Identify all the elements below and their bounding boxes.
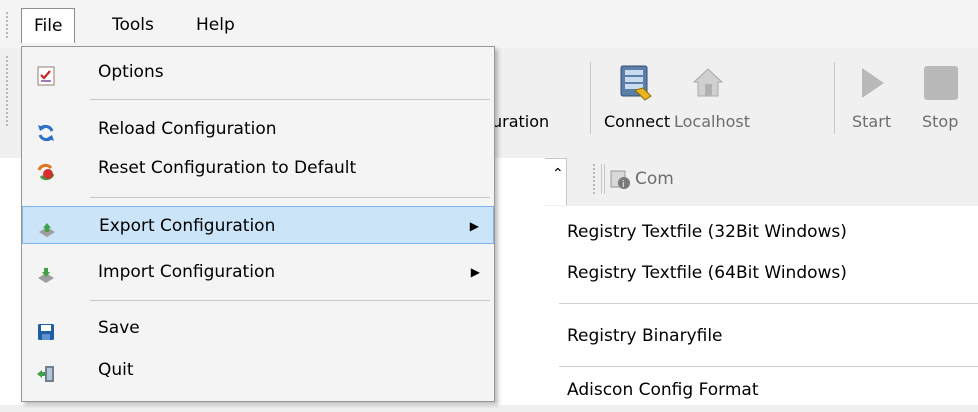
menu-item-options[interactable]: Options [22,53,494,91]
menu-file-label: File [34,16,63,36]
file-menu: Options Reload Configuration Reset Confi… [21,46,495,402]
start-label[interactable]: Start [852,112,891,131]
menu-item-reset-configuration[interactable]: Reset Configuration to Default [22,149,494,187]
submenu-item-registry-binary[interactable]: Registry Binaryfile [567,314,723,358]
menu-item-import-configuration[interactable]: Import Configuration ▶ [22,253,494,291]
svg-text:i: i [622,180,625,190]
submenu-arrow-icon: ▶ [469,219,479,233]
submenu-item-registry-64bit-label: Registry Textfile (64Bit Windows) [567,263,847,283]
menu-item-quit[interactable]: Quit [22,351,494,389]
home-icon[interactable] [690,64,726,102]
exit-door-icon [36,360,56,382]
menu-bar: File Tools Help [0,0,978,48]
stop-label[interactable]: Stop [922,112,958,131]
refresh-icon [36,119,56,142]
start-icon[interactable] [858,66,888,100]
menu-tools[interactable]: Tools [100,8,166,42]
submenu-item-registry-binary-label: Registry Binaryfile [567,326,723,346]
menu-item-save-label: Save [98,318,140,338]
toolbar-grip[interactable] [6,56,11,126]
toolbar-separator [834,62,835,134]
menu-item-export-configuration[interactable]: Export Configuration ▶ [22,206,494,244]
submenu-item-adiscon-config[interactable]: Adiscon Config Format [567,368,758,412]
menu-item-export-label: Export Configuration [99,216,276,236]
menu-item-reload-label: Reload Configuration [98,119,277,139]
menu-item-options-label: Options [98,62,164,82]
configuration-button-label[interactable]: uration [492,112,549,131]
checklist-icon [36,62,56,86]
menu-item-save[interactable]: Save [22,309,494,347]
commands-label[interactable]: Com [635,164,674,194]
export-icon [37,216,57,237]
menu-separator [90,99,490,100]
export-submenu: Registry Textfile (32Bit Windows) Regist… [545,206,978,405]
submenu-arrow-icon: ▶ [470,265,480,279]
collapse-arrow-icon[interactable]: ⌃ [552,166,564,182]
toolbar-separator [590,62,591,134]
menu-separator [90,197,490,198]
connect-icon[interactable] [617,64,653,102]
submenu-item-registry-64bit[interactable]: Registry Textfile (64Bit Windows) [567,251,847,295]
menu-file[interactable]: File [21,8,76,43]
menubar-grip[interactable] [6,12,11,38]
connect-label[interactable]: Connect [604,112,670,131]
menu-item-import-label: Import Configuration [98,262,276,282]
reset-icon [36,158,56,181]
toolbar2-grip[interactable] [593,164,598,194]
menu-item-reload-configuration[interactable]: Reload Configuration [22,110,494,148]
menu-help-label: Help [196,15,235,35]
stop-icon[interactable] [924,66,958,100]
localhost-label[interactable]: Localhost [674,112,750,131]
toolbar2-separator [601,164,605,194]
submenu-separator [559,303,978,304]
menu-item-reset-label: Reset Configuration to Default [98,158,357,178]
submenu-item-registry-32bit[interactable]: Registry Textfile (32Bit Windows) [567,210,847,254]
commands-icon[interactable]: i [609,168,631,190]
menu-separator [90,300,490,301]
menu-tools-label: Tools [112,15,154,35]
submenu-item-registry-32bit-label: Registry Textfile (32Bit Windows) [567,222,847,242]
import-icon [36,262,56,283]
floppy-disk-icon [36,318,56,340]
submenu-separator [559,366,978,367]
menu-help[interactable]: Help [184,8,247,42]
menu-item-quit-label: Quit [98,360,134,380]
submenu-item-adiscon-config-label: Adiscon Config Format [567,380,759,400]
